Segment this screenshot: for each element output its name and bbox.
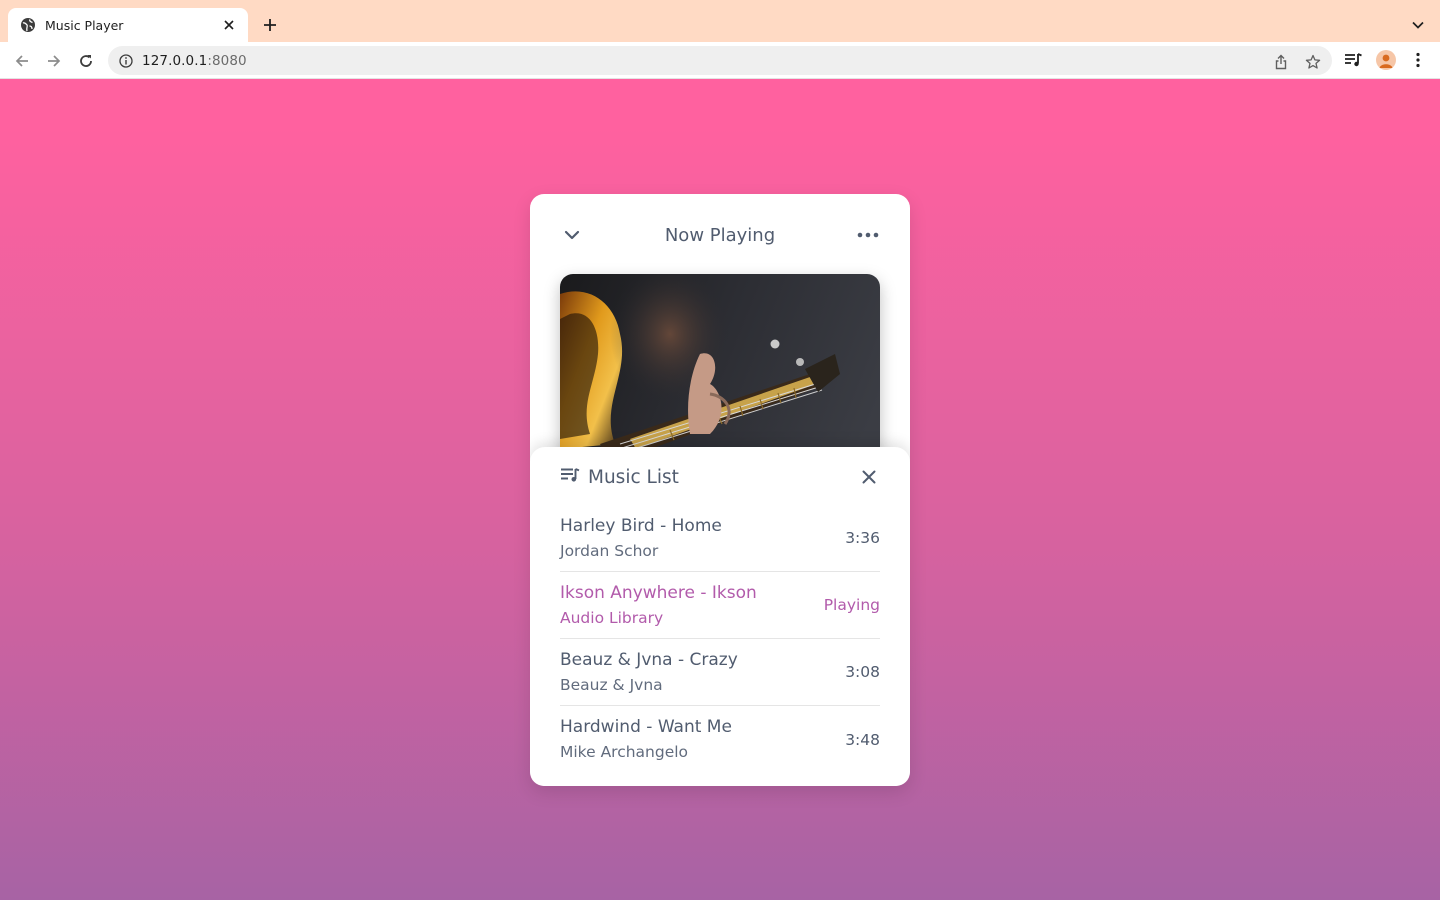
forward-button[interactable] <box>40 47 68 75</box>
share-icon[interactable] <box>1272 53 1290 71</box>
player-title: Now Playing <box>664 224 776 246</box>
music-player-card: Now Playing Music List Harley Bird - Hom… <box>530 194 910 786</box>
music-list-title: Music List <box>588 466 679 488</box>
song-duration: 3:36 <box>845 529 880 547</box>
reload-button[interactable] <box>72 47 100 75</box>
plus-icon <box>264 19 276 31</box>
song-list-item[interactable]: Beauz & Jvna - Crazy Beauz & Jvna 3:08 <box>560 639 880 706</box>
song-list: Harley Bird - Home Jordan Schor 3:36 Iks… <box>560 505 880 773</box>
globe-icon <box>20 17 36 33</box>
song-artist: Jordan Schor <box>560 541 659 560</box>
song-list-item[interactable]: Hardwind - Want Me Mike Archangelo 3:48 <box>560 706 880 773</box>
site-info-icon[interactable] <box>119 53 133 68</box>
url-port: :8080 <box>207 52 247 69</box>
song-name: Ikson Anywhere - Ikson <box>560 582 757 603</box>
bookmark-star-icon[interactable] <box>1304 53 1322 71</box>
chevron-down-icon[interactable] <box>560 223 584 247</box>
song-artist: Beauz & Jvna <box>560 675 663 694</box>
song-duration: 3:48 <box>845 730 880 749</box>
reload-icon <box>80 55 92 67</box>
browser-tab-strip: Music Player <box>0 0 1440 42</box>
music-list-panel: Music List Harley Bird - Home Jordan Sch… <box>530 447 910 786</box>
playing-status: Playing <box>823 596 880 614</box>
address-bar[interactable]: 127.0.0.1:8080 <box>108 46 1332 75</box>
person-icon <box>1379 54 1393 68</box>
url-host: 127.0.0.1 <box>142 52 208 69</box>
arrow-left-icon <box>15 55 28 67</box>
close-tab-icon[interactable] <box>220 16 238 34</box>
song-name: Beauz & Jvna - Crazy <box>560 649 738 670</box>
profile-avatar[interactable] <box>1374 48 1398 72</box>
song-duration: 3:08 <box>845 663 880 681</box>
tab-title: Music Player <box>45 17 124 33</box>
music-list-header: Music List <box>560 447 880 505</box>
page-background: Now Playing Music List Harley Bird - Hom… <box>0 79 1440 900</box>
song-artist: Audio Library <box>560 608 664 627</box>
player-header: Now Playing <box>560 220 880 250</box>
more-horizontal-icon[interactable] <box>856 223 880 247</box>
browser-tab[interactable]: Music Player <box>8 8 248 42</box>
more-vertical-icon <box>1416 52 1420 68</box>
close-icon[interactable] <box>858 466 880 488</box>
arrow-right-icon <box>48 55 61 67</box>
song-list-item[interactable]: Harley Bird - Home Jordan Schor 3:36 <box>560 505 880 572</box>
new-tab-button[interactable] <box>258 13 282 37</box>
queue-music-icon <box>560 467 580 487</box>
tab-search-button[interactable] <box>1406 13 1430 37</box>
browser-toolbar: 127.0.0.1:8080 <box>0 42 1440 79</box>
song-list-item-playing[interactable]: Ikson Anywhere - Ikson Audio Library Pla… <box>560 572 880 639</box>
url-text: 127.0.0.1:8080 <box>142 53 247 69</box>
chevron-down-icon <box>1412 21 1424 29</box>
media-control-icon[interactable] <box>1341 48 1365 72</box>
song-artist: Mike Archangelo <box>560 743 689 761</box>
back-button[interactable] <box>8 47 36 75</box>
song-name: Harley Bird - Home <box>560 515 722 536</box>
browser-menu-button[interactable] <box>1406 48 1430 72</box>
song-name: Hardwind - Want Me <box>560 717 732 737</box>
